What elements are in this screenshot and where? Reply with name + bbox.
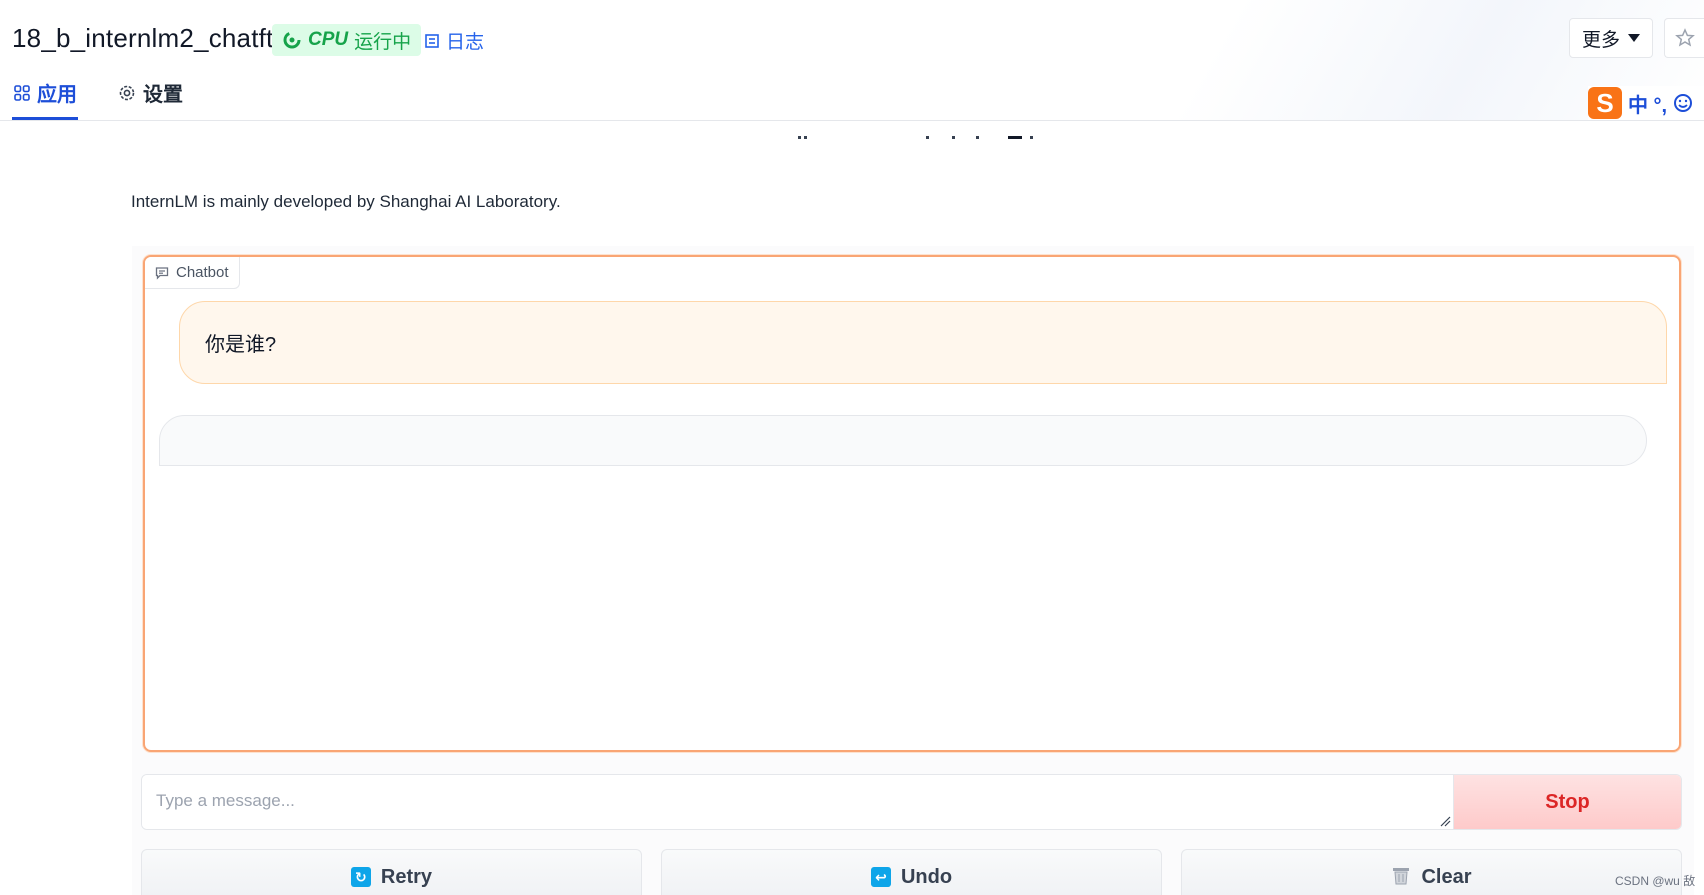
retry-button[interactable]: ↻ Retry <box>141 849 642 895</box>
resize-grip-icon[interactable] <box>1439 815 1451 827</box>
logs-label: 日志 <box>446 32 485 53</box>
chatbot-panel[interactable]: Chatbot 你是谁? <box>143 255 1681 752</box>
app-description: InternLM is mainly developed by Shanghai… <box>131 192 561 211</box>
page: 18_b_internlm2_chatft CPU 运行中 日志 更多 应用 设… <box>0 0 1704 895</box>
undo-icon: ↩ <box>870 867 891 887</box>
star-icon <box>1674 28 1695 47</box>
caret-down-icon <box>1628 34 1640 42</box>
star-button[interactable] <box>1664 18 1704 58</box>
tab-settings[interactable]: 设置 <box>118 78 183 107</box>
space-header: 18_b_internlm2_chatft CPU 运行中 日志 更多 应用 设… <box>0 0 1704 121</box>
user-message-text: 你是谁? <box>205 334 277 356</box>
active-tab-indicator <box>12 117 78 120</box>
message-input-row: Stop <box>141 774 1682 830</box>
space-title: 18_b_internlm2_chatft <box>12 23 274 53</box>
ime-logo: S <box>1588 87 1622 119</box>
running-icon <box>283 31 301 49</box>
logs-link[interactable]: 日志 <box>424 27 484 54</box>
smiley-icon <box>1674 94 1693 112</box>
retry-icon: ↻ <box>350 867 371 887</box>
tab-app[interactable]: 应用 <box>14 78 77 107</box>
ime-toolbar[interactable]: S 中 °, <box>1588 86 1704 120</box>
hardware-label: CPU <box>308 29 349 50</box>
grid-icon <box>14 84 30 101</box>
clear-label: Clear <box>1421 866 1472 888</box>
chatbot-label-text: Chatbot <box>176 264 229 281</box>
assistant-message <box>159 415 1647 466</box>
tab-settings-label: 设置 <box>143 84 183 106</box>
status-badge[interactable]: CPU 运行中 <box>272 24 422 56</box>
clipped-heading-fragment <box>798 136 1033 139</box>
message-input[interactable] <box>142 775 1454 829</box>
chatbot-label: Chatbot <box>145 257 240 289</box>
more-button[interactable]: 更多 <box>1569 18 1653 58</box>
undo-label: Undo <box>900 866 953 888</box>
stop-button[interactable]: Stop <box>1454 775 1681 829</box>
clear-button[interactable]: Clear <box>1181 849 1682 895</box>
watermark: CSDN @wu 敌 <box>1615 874 1696 888</box>
ime-mode-text: 中 °, <box>1628 94 1668 117</box>
tab-app-label: 应用 <box>37 84 77 106</box>
gear-icon <box>119 85 135 100</box>
user-message: 你是谁? <box>179 301 1667 384</box>
retry-label: Retry <box>380 866 433 888</box>
undo-button[interactable]: ↩ Undo <box>661 849 1162 895</box>
status-label: 运行中 <box>354 31 412 53</box>
log-icon <box>425 33 439 48</box>
more-label: 更多 <box>1581 29 1620 51</box>
chat-bubble-icon <box>155 266 169 280</box>
trash-icon <box>1393 868 1410 885</box>
